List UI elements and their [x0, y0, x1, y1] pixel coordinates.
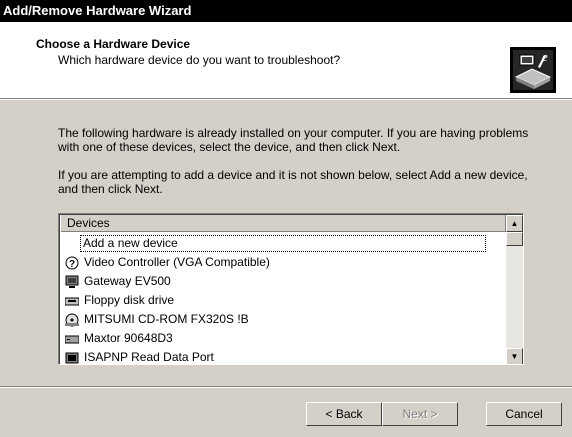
list-item[interactable]: Floppy disk drive [62, 291, 508, 310]
hardware-wizard-icon: e [510, 47, 556, 93]
cdrom-icon [64, 313, 80, 327]
next-button[interactable]: Next > [382, 402, 458, 426]
list-item[interactable]: Maxtor 90648D3 [62, 329, 508, 348]
unknown-device-icon: ? [64, 256, 80, 270]
list-item-label: Video Controller (VGA Compatible) [84, 255, 270, 269]
list-item-label: Maxtor 90648D3 [84, 331, 173, 345]
list-item-label: MITSUMI CD-ROM FX320S !B [84, 312, 249, 326]
scroll-up-icon[interactable]: ▲ [506, 215, 523, 232]
header-divider-highlight [0, 99, 572, 100]
cancel-button[interactable]: Cancel [486, 402, 562, 426]
svg-text:?: ? [69, 259, 75, 270]
list-item-label: Add a new device [80, 235, 486, 252]
instruction-paragraph-1: The following hardware is already instal… [58, 126, 529, 154]
svg-text:e: e [542, 49, 548, 64]
instruction-paragraph-2: If you are attempting to add a device an… [58, 168, 528, 196]
scroll-thumb[interactable] [506, 232, 523, 246]
list-item[interactable]: Add a new device [62, 234, 508, 253]
devices-column-header[interactable]: Devices [61, 215, 506, 232]
list-item-label: Gateway EV500 [84, 274, 171, 288]
list-item-label: ISAPNP Read Data Port [84, 350, 214, 364]
window-title: Add/Remove Hardware Wizard [0, 0, 572, 22]
floppy-drive-icon [64, 294, 80, 308]
list-item-label: Floppy disk drive [84, 293, 175, 307]
devices-list: Add a new device ? Video Controller (VGA… [62, 234, 508, 365]
list-item[interactable]: MITSUMI CD-ROM FX320S !B [62, 310, 508, 329]
system-device-icon [64, 351, 80, 365]
monitor-icon [64, 275, 80, 289]
list-item[interactable]: ? Video Controller (VGA Compatible) [62, 253, 508, 272]
back-button[interactable]: < Back [306, 402, 382, 426]
list-item[interactable]: Gateway EV500 [62, 272, 508, 291]
wizard-header: Choose a Hardware Device Which hardware … [0, 22, 572, 98]
wizard-window: Add/Remove Hardware Wizard Choose a Hard… [0, 0, 572, 437]
scroll-down-icon[interactable]: ▼ [506, 348, 523, 364]
footer-divider-highlight [0, 387, 572, 388]
list-item[interactable]: ISAPNP Read Data Port [62, 348, 508, 365]
devices-scrollbar[interactable]: ▲ ▼ [506, 215, 523, 364]
page-title: Choose a Hardware Device [36, 37, 191, 51]
hard-disk-icon [64, 332, 80, 346]
page-subtitle: Which hardware device do you want to tro… [58, 53, 341, 67]
devices-listbox[interactable]: Devices Add a new device ? Video Control… [58, 213, 524, 365]
